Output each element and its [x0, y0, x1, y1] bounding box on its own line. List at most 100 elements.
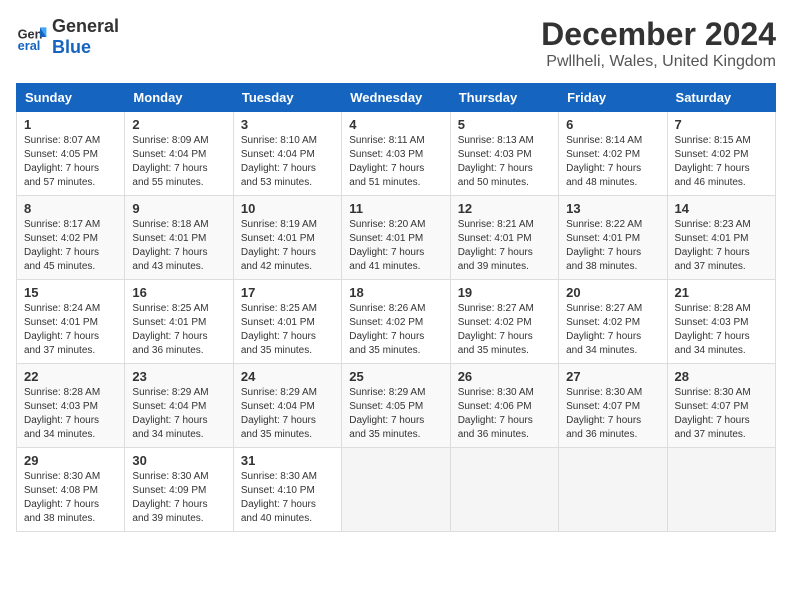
calendar-cell: 6Sunrise: 8:14 AM Sunset: 4:02 PM Daylig…: [559, 112, 667, 196]
day-number: 6: [566, 117, 659, 132]
day-info: Sunrise: 8:29 AM Sunset: 4:04 PM Dayligh…: [241, 386, 334, 442]
calendar-cell: 14Sunrise: 8:23 AM Sunset: 4:01 PM Dayli…: [667, 196, 775, 280]
day-number: 30: [132, 453, 225, 468]
day-number: 19: [458, 285, 551, 300]
day-header-thursday: Thursday: [450, 84, 558, 112]
calendar-cell: 22 Sunrise: 8:28 AM Sunset: 4:03 PM Dayli…: [17, 364, 125, 448]
day-number: 28: [675, 369, 768, 384]
day-number: 3: [241, 117, 334, 132]
day-number: 20: [566, 285, 659, 300]
calendar-cell: 15 Sunrise: 8:24 AM Sunset: 4:01 PM Dayli…: [17, 280, 125, 364]
day-header-sunday: Sunday: [17, 84, 125, 112]
day-number: 2: [132, 117, 225, 132]
day-header-tuesday: Tuesday: [233, 84, 341, 112]
day-info: Sunrise: 8:17 AM Sunset: 4:02 PM Dayligh…: [24, 218, 117, 274]
day-header-wednesday: Wednesday: [342, 84, 450, 112]
logo-icon: Gen eral: [16, 21, 48, 53]
calendar-cell: 4 Sunrise: 8:11 AM Sunset: 4:03 PM Daylig…: [342, 112, 450, 196]
calendar-week-3: 15 Sunrise: 8:24 AM Sunset: 4:01 PM Dayli…: [17, 280, 776, 364]
day-info: Sunrise: 8:29 AM Sunset: 4:04 PM Dayligh…: [132, 386, 225, 442]
calendar-cell: 31 Sunrise: 8:30 AM Sunset: 4:10 PM Dayli…: [233, 448, 341, 532]
calendar-cell: 8 Sunrise: 8:17 AM Sunset: 4:02 PM Daylig…: [17, 196, 125, 280]
day-number: 1: [24, 117, 117, 132]
calendar-week-4: 22 Sunrise: 8:28 AM Sunset: 4:03 PM Dayli…: [17, 364, 776, 448]
day-number: 18: [349, 285, 442, 300]
day-info: Sunrise: 8:28 AM Sunset: 4:03 PM Dayligh…: [675, 302, 768, 358]
calendar-header-row: SundayMondayTuesdayWednesdayThursdayFrid…: [17, 84, 776, 112]
day-info: Sunrise: 8:13 AM Sunset: 4:03 PM Dayligh…: [458, 134, 551, 190]
calendar-cell: 20 Sunrise: 8:27 AM Sunset: 4:02 PM Dayli…: [559, 280, 667, 364]
day-number: 26: [458, 369, 551, 384]
calendar-week-2: 8 Sunrise: 8:17 AM Sunset: 4:02 PM Daylig…: [17, 196, 776, 280]
day-header-monday: Monday: [125, 84, 233, 112]
calendar-cell: 23 Sunrise: 8:29 AM Sunset: 4:04 PM Dayli…: [125, 364, 233, 448]
day-number: 8: [24, 201, 117, 216]
day-number: 27: [566, 369, 659, 384]
day-info: Sunrise: 8:30 AM Sunset: 4:06 PM Dayligh…: [458, 386, 551, 442]
calendar-cell: 11Sunrise: 8:20 AM Sunset: 4:01 PM Dayli…: [342, 196, 450, 280]
day-number: 23: [132, 369, 225, 384]
day-number: 4: [349, 117, 442, 132]
day-info: Sunrise: 8:28 AM Sunset: 4:03 PM Dayligh…: [24, 386, 117, 442]
day-number: 31: [241, 453, 334, 468]
logo-general: General: [52, 16, 119, 36]
day-number: 24: [241, 369, 334, 384]
calendar-cell: 25 Sunrise: 8:29 AM Sunset: 4:05 PM Dayli…: [342, 364, 450, 448]
logo: Gen eral General Blue: [16, 16, 119, 58]
day-number: 16: [132, 285, 225, 300]
calendar-cell: 29Sunrise: 8:30 AM Sunset: 4:08 PM Dayli…: [17, 448, 125, 532]
calendar-week-1: 1 Sunrise: 8:07 AM Sunset: 4:05 PM Daylig…: [17, 112, 776, 196]
calendar-cell: 10 Sunrise: 8:19 AM Sunset: 4:01 PM Dayli…: [233, 196, 341, 280]
day-info: Sunrise: 8:30 AM Sunset: 4:07 PM Dayligh…: [566, 386, 659, 442]
calendar-cell: 16 Sunrise: 8:25 AM Sunset: 4:01 PM Dayli…: [125, 280, 233, 364]
day-number: 7: [675, 117, 768, 132]
day-info: Sunrise: 8:26 AM Sunset: 4:02 PM Dayligh…: [349, 302, 442, 358]
day-number: 12: [458, 201, 551, 216]
calendar-cell: [667, 448, 775, 532]
month-title: December 2024: [541, 16, 776, 53]
calendar-cell: [450, 448, 558, 532]
day-info: Sunrise: 8:29 AM Sunset: 4:05 PM Dayligh…: [349, 386, 442, 442]
day-info: Sunrise: 8:21 AM Sunset: 4:01 PM Dayligh…: [458, 218, 551, 274]
calendar-cell: 9Sunrise: 8:18 AM Sunset: 4:01 PM Daylig…: [125, 196, 233, 280]
svg-text:eral: eral: [18, 38, 41, 53]
calendar-cell: 5Sunrise: 8:13 AM Sunset: 4:03 PM Daylig…: [450, 112, 558, 196]
day-info: Sunrise: 8:15 AM Sunset: 4:02 PM Dayligh…: [675, 134, 768, 190]
day-number: 15: [24, 285, 117, 300]
day-info: Sunrise: 8:19 AM Sunset: 4:01 PM Dayligh…: [241, 218, 334, 274]
day-number: 22: [24, 369, 117, 384]
calendar-table: SundayMondayTuesdayWednesdayThursdayFrid…: [16, 83, 776, 532]
title-block: December 2024 Pwllheli, Wales, United Ki…: [541, 16, 776, 71]
day-number: 17: [241, 285, 334, 300]
day-number: 10: [241, 201, 334, 216]
calendar-cell: 28Sunrise: 8:30 AM Sunset: 4:07 PM Dayli…: [667, 364, 775, 448]
calendar-cell: 7 Sunrise: 8:15 AM Sunset: 4:02 PM Daylig…: [667, 112, 775, 196]
day-info: Sunrise: 8:11 AM Sunset: 4:03 PM Dayligh…: [349, 134, 442, 190]
day-info: Sunrise: 8:30 AM Sunset: 4:10 PM Dayligh…: [241, 470, 334, 526]
location-title: Pwllheli, Wales, United Kingdom: [541, 53, 776, 71]
calendar-cell: 18 Sunrise: 8:26 AM Sunset: 4:02 PM Dayli…: [342, 280, 450, 364]
day-number: 25: [349, 369, 442, 384]
day-info: Sunrise: 8:25 AM Sunset: 4:01 PM Dayligh…: [241, 302, 334, 358]
day-info: Sunrise: 8:27 AM Sunset: 4:02 PM Dayligh…: [458, 302, 551, 358]
day-info: Sunrise: 8:30 AM Sunset: 4:09 PM Dayligh…: [132, 470, 225, 526]
page-header: Gen eral General Blue December 2024 Pwll…: [16, 16, 776, 71]
day-number: 14: [675, 201, 768, 216]
calendar-cell: 26 Sunrise: 8:30 AM Sunset: 4:06 PM Dayli…: [450, 364, 558, 448]
day-number: 21: [675, 285, 768, 300]
day-info: Sunrise: 8:24 AM Sunset: 4:01 PM Dayligh…: [24, 302, 117, 358]
day-info: Sunrise: 8:27 AM Sunset: 4:02 PM Dayligh…: [566, 302, 659, 358]
day-info: Sunrise: 8:10 AM Sunset: 4:04 PM Dayligh…: [241, 134, 334, 190]
day-info: Sunrise: 8:25 AM Sunset: 4:01 PM Dayligh…: [132, 302, 225, 358]
calendar-cell: 17 Sunrise: 8:25 AM Sunset: 4:01 PM Dayli…: [233, 280, 341, 364]
calendar-cell: 21 Sunrise: 8:28 AM Sunset: 4:03 PM Dayli…: [667, 280, 775, 364]
calendar-cell: [559, 448, 667, 532]
day-number: 9: [132, 201, 225, 216]
day-number: 11: [349, 201, 442, 216]
calendar-cell: 30 Sunrise: 8:30 AM Sunset: 4:09 PM Dayli…: [125, 448, 233, 532]
logo-text: General Blue: [52, 16, 119, 58]
day-info: Sunrise: 8:07 AM Sunset: 4:05 PM Dayligh…: [24, 134, 117, 190]
day-info: Sunrise: 8:22 AM Sunset: 4:01 PM Dayligh…: [566, 218, 659, 274]
calendar-cell: 13Sunrise: 8:22 AM Sunset: 4:01 PM Dayli…: [559, 196, 667, 280]
calendar-cell: 3 Sunrise: 8:10 AM Sunset: 4:04 PM Daylig…: [233, 112, 341, 196]
